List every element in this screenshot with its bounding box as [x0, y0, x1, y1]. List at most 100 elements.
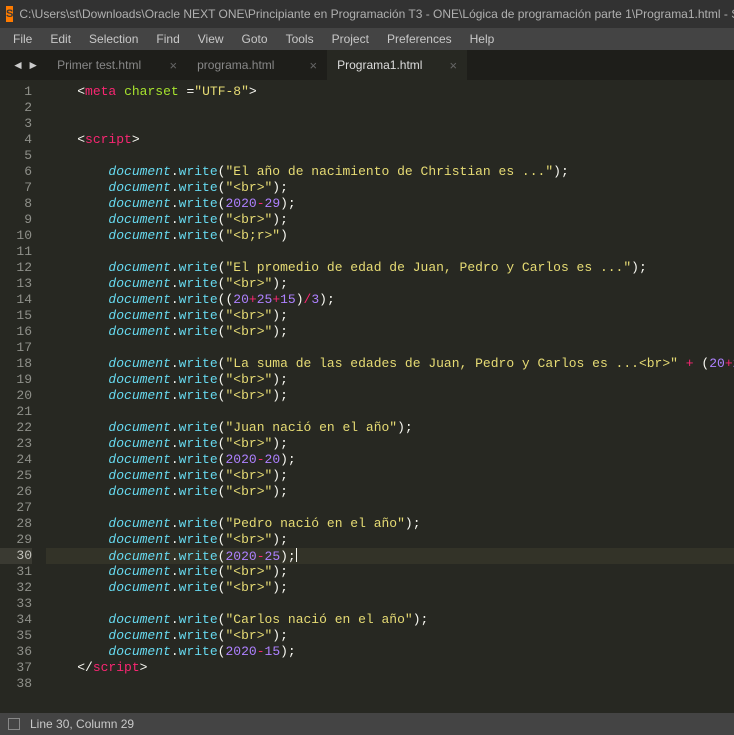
- app-icon: S: [6, 6, 13, 22]
- code-line[interactable]: [46, 500, 734, 516]
- code-line[interactable]: document.write("<br>");: [46, 324, 734, 340]
- line-number: 36: [0, 644, 32, 660]
- code-line[interactable]: document.write("<br>");: [46, 532, 734, 548]
- menu-item-file[interactable]: File: [4, 32, 41, 46]
- code-line[interactable]: [46, 676, 734, 692]
- window-title: C:\Users\st\Downloads\Oracle NEXT ONE\Pr…: [19, 7, 734, 21]
- line-number: 14: [0, 292, 32, 308]
- close-icon[interactable]: ×: [152, 58, 178, 73]
- line-number: 31: [0, 564, 32, 580]
- status-bar: Line 30, Column 29: [0, 713, 734, 735]
- line-number: 28: [0, 516, 32, 532]
- code-line[interactable]: document.write("<br>");: [46, 468, 734, 484]
- line-number: 20: [0, 388, 32, 404]
- menu-item-view[interactable]: View: [189, 32, 233, 46]
- code-line[interactable]: document.write("<br>");: [46, 564, 734, 580]
- line-number: 35: [0, 628, 32, 644]
- panel-toggle-icon[interactable]: [8, 718, 20, 730]
- tab-nav-arrows[interactable]: ◄ ►: [4, 58, 47, 72]
- code-line[interactable]: [46, 340, 734, 356]
- menu-item-find[interactable]: Find: [147, 32, 188, 46]
- code-line[interactable]: [46, 116, 734, 132]
- code-line[interactable]: document.write((20+25+15)/3);: [46, 292, 734, 308]
- code-area[interactable]: <meta charset ="UTF-8"> <script> documen…: [46, 80, 734, 713]
- menu-item-edit[interactable]: Edit: [41, 32, 80, 46]
- line-number: 9: [0, 212, 32, 228]
- code-line[interactable]: document.write("<b;r>"): [46, 228, 734, 244]
- line-number: 37: [0, 660, 32, 676]
- line-number: 25: [0, 468, 32, 484]
- cursor: [296, 548, 297, 562]
- code-line[interactable]: <meta charset ="UTF-8">: [46, 84, 734, 100]
- code-line[interactable]: document.write("Pedro nació en el año");: [46, 516, 734, 532]
- code-line[interactable]: document.write("El año de nacimiento de …: [46, 164, 734, 180]
- code-line[interactable]: document.write(2020-25);: [46, 548, 734, 564]
- close-icon[interactable]: ×: [292, 58, 318, 73]
- code-line[interactable]: document.write("<br>");: [46, 308, 734, 324]
- line-number: 4: [0, 132, 32, 148]
- line-number: 3: [0, 116, 32, 132]
- line-number: 30: [0, 548, 32, 564]
- line-number: 7: [0, 180, 32, 196]
- code-line[interactable]: document.write("<br>");: [46, 388, 734, 404]
- code-line[interactable]: document.write("<br>");: [46, 436, 734, 452]
- code-line[interactable]: document.write("Juan nació en el año");: [46, 420, 734, 436]
- line-number: 13: [0, 276, 32, 292]
- code-line[interactable]: [46, 404, 734, 420]
- line-number-gutter: 1234567891011121314151617181920212223242…: [0, 80, 46, 713]
- cursor-position: Line 30, Column 29: [30, 717, 134, 731]
- code-line[interactable]: document.write("<br>");: [46, 372, 734, 388]
- line-number: 29: [0, 532, 32, 548]
- code-line[interactable]: document.write("<br>");: [46, 628, 734, 644]
- line-number: 21: [0, 404, 32, 420]
- code-line[interactable]: document.write(2020-15);: [46, 644, 734, 660]
- code-line[interactable]: [46, 148, 734, 164]
- code-line[interactable]: document.write("<br>");: [46, 180, 734, 196]
- tab-bar: ◄ ► Primer test.html×programa.html×Progr…: [0, 50, 734, 80]
- line-number: 2: [0, 100, 32, 116]
- tab-programa-html[interactable]: programa.html ×: [187, 50, 327, 80]
- line-number: 33: [0, 596, 32, 612]
- line-number: 1: [0, 84, 32, 100]
- line-number: 11: [0, 244, 32, 260]
- line-number: 24: [0, 452, 32, 468]
- line-number: 5: [0, 148, 32, 164]
- code-line[interactable]: document.write("Carlos nació en el año")…: [46, 612, 734, 628]
- menu-item-selection[interactable]: Selection: [80, 32, 147, 46]
- code-line[interactable]: document.write(2020-20);: [46, 452, 734, 468]
- menu-item-tools[interactable]: Tools: [277, 32, 323, 46]
- line-number: 34: [0, 612, 32, 628]
- menu-item-project[interactable]: Project: [323, 32, 378, 46]
- line-number: 10: [0, 228, 32, 244]
- code-line[interactable]: document.write(2020-29);: [46, 196, 734, 212]
- menu-item-preferences[interactable]: Preferences: [378, 32, 461, 46]
- code-line[interactable]: [46, 100, 734, 116]
- tab-label: programa.html: [197, 58, 274, 72]
- code-line[interactable]: document.write("<br>");: [46, 276, 734, 292]
- code-line[interactable]: </script>: [46, 660, 734, 676]
- code-line[interactable]: [46, 596, 734, 612]
- code-editor[interactable]: 1234567891011121314151617181920212223242…: [0, 80, 734, 713]
- tab-primer-test-html[interactable]: Primer test.html ×: [47, 50, 187, 80]
- code-line[interactable]: document.write("<br>");: [46, 484, 734, 500]
- code-line[interactable]: document.write("<br>");: [46, 212, 734, 228]
- code-line[interactable]: document.write("El promedio de edad de J…: [46, 260, 734, 276]
- code-line[interactable]: document.write("La suma de las edades de…: [46, 356, 734, 372]
- line-number: 18: [0, 356, 32, 372]
- tab-programa1-html[interactable]: Programa1.html×: [327, 50, 467, 80]
- line-number: 12: [0, 260, 32, 276]
- line-number: 15: [0, 308, 32, 324]
- tab-label: Primer test.html: [57, 58, 141, 72]
- line-number: 16: [0, 324, 32, 340]
- line-number: 6: [0, 164, 32, 180]
- menu-item-help[interactable]: Help: [461, 32, 504, 46]
- line-number: 38: [0, 676, 32, 692]
- close-icon[interactable]: ×: [432, 58, 458, 73]
- line-number: 8: [0, 196, 32, 212]
- menu-item-goto[interactable]: Goto: [233, 32, 277, 46]
- code-line[interactable]: <script>: [46, 132, 734, 148]
- line-number: 19: [0, 372, 32, 388]
- line-number: 23: [0, 436, 32, 452]
- code-line[interactable]: document.write("<br>");: [46, 580, 734, 596]
- code-line[interactable]: [46, 244, 734, 260]
